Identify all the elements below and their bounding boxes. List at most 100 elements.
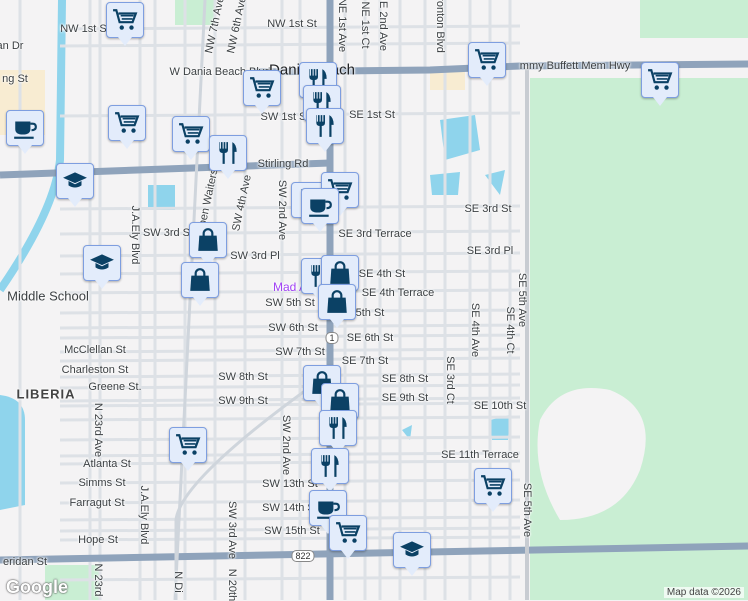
street-label: N 20th — [226, 568, 238, 601]
cart-icon — [175, 432, 201, 458]
street-label: SW 8th St — [218, 371, 268, 383]
map-canvas[interactable] — [0, 0, 748, 600]
street-label: SE 8th St — [381, 373, 429, 385]
street-label: SW 13th St — [262, 478, 318, 490]
cart-marker[interactable] — [641, 62, 679, 106]
school-marker[interactable] — [83, 245, 121, 289]
school-marker[interactable] — [56, 163, 94, 207]
restaurant-icon — [325, 415, 351, 441]
cart-marker[interactable] — [329, 515, 367, 559]
coffee-icon — [307, 193, 333, 219]
street-label: SW 5th St — [265, 297, 315, 309]
street-label: SW 9th St — [218, 395, 268, 407]
street-label: Charleston St — [61, 364, 129, 376]
street-label: 5th St — [355, 307, 385, 319]
street-label: SE 4th St — [358, 268, 406, 280]
restaurant-marker[interactable] — [306, 108, 344, 152]
cart-icon — [474, 47, 500, 73]
street-label: SE 6th St — [346, 332, 394, 344]
street-label: SE 4th Ct — [504, 306, 516, 354]
map-attribution[interactable]: Map data ©2026 — [663, 587, 744, 598]
shopping-marker[interactable] — [318, 284, 356, 328]
street-label: NW 1st St — [267, 18, 317, 30]
school-icon — [89, 250, 115, 276]
cart-marker[interactable] — [468, 42, 506, 86]
coffee-icon — [12, 115, 38, 141]
street-label: SW 3rd Pl — [230, 250, 280, 262]
street-label: Stirling Rd — [257, 158, 309, 170]
street-label: SE 4th Ave — [469, 302, 481, 358]
street-label: SE 5th Ave — [516, 272, 528, 328]
google-logo[interactable]: Google — [6, 577, 68, 598]
street-label: SW 2nd Ave — [276, 179, 288, 241]
park-area — [530, 78, 748, 600]
cart-icon — [114, 110, 140, 136]
restaurant-icon — [215, 140, 241, 166]
school-icon — [399, 537, 425, 563]
street-label: Simms St — [78, 477, 126, 489]
cart-marker[interactable] — [172, 116, 210, 160]
cart-marker[interactable] — [169, 427, 207, 471]
shopping-icon — [187, 267, 213, 293]
street-label: SE 4th Terrace — [361, 287, 435, 299]
street-label: SE 7th St — [341, 355, 389, 367]
street-label: SW 3rd St — [142, 227, 194, 239]
street-label: ronton Blvd — [434, 0, 446, 53]
street-label: SW 6th St — [268, 322, 318, 334]
street-label: J.A.Ely Blvd — [129, 205, 141, 265]
street-label: SE 3rd Pl — [466, 245, 514, 257]
street-label: mmy Buffett Mem Hwy — [519, 60, 631, 72]
cart-icon — [249, 75, 275, 101]
street-label: eridan St — [2, 556, 48, 568]
street-label: SE 1st St — [349, 109, 395, 121]
street-label: SE 9th St — [381, 392, 429, 404]
street-label: J.A.Ely Blvd — [138, 485, 150, 545]
shopping-marker[interactable] — [189, 222, 227, 266]
shopping-marker[interactable] — [181, 262, 219, 306]
street-label: NE 1st Ct — [359, 1, 371, 49]
cart-icon — [480, 473, 506, 499]
street-label: SW 7th St — [275, 346, 325, 358]
street-label: Farragut St — [69, 497, 125, 509]
cart-marker[interactable] — [474, 468, 512, 512]
cart-icon — [178, 121, 204, 147]
street-label: SE 3rd St — [464, 203, 512, 215]
street-label: NE 2nd Ave — [377, 0, 389, 51]
coffee-marker[interactable] — [6, 110, 44, 154]
street-label: Atlanta St — [83, 458, 131, 470]
street-label: Hope St — [78, 534, 118, 546]
street-label: ng St — [2, 73, 28, 85]
neighborhood-label: LIBERIA — [16, 386, 76, 402]
street-label: SE 3rd Terrace — [338, 228, 412, 240]
restaurant-icon — [317, 453, 343, 479]
restaurant-marker[interactable] — [311, 448, 349, 492]
street-label: N 23rd — [92, 563, 104, 597]
cart-icon — [112, 7, 138, 33]
street-label: SW 3rd Ave — [226, 501, 238, 559]
cart-icon — [335, 520, 361, 546]
street-label: NW 1st St — [60, 23, 110, 35]
street-label: SE 10th St — [473, 400, 527, 412]
street-label: N 23rd Ave — [92, 402, 104, 458]
cart-marker[interactable] — [106, 2, 144, 46]
street-label: SE 11th Terrace — [441, 449, 519, 461]
cart-marker[interactable] — [108, 105, 146, 149]
school-marker[interactable] — [393, 532, 431, 576]
restaurant-marker[interactable] — [319, 410, 357, 454]
cart-marker[interactable] — [243, 70, 281, 114]
street-label: an Dr — [0, 40, 24, 52]
street-label: McClellan St — [64, 344, 126, 356]
restaurant-icon — [312, 113, 338, 139]
shopping-icon — [324, 289, 350, 315]
cart-icon — [647, 67, 673, 93]
school-icon — [62, 168, 88, 194]
us1-shield: 1 — [325, 332, 339, 344]
coffee-marker[interactable] — [301, 188, 339, 232]
shopping-icon — [195, 227, 221, 253]
street-label: N Di — [172, 571, 184, 593]
street-label: NE 1st Ave — [336, 0, 348, 53]
street-label: SE 5th Ave — [521, 482, 533, 538]
school-label[interactable]: Middle School — [7, 289, 89, 304]
street-label: Greene St. — [88, 381, 142, 393]
restaurant-marker[interactable] — [209, 135, 247, 179]
